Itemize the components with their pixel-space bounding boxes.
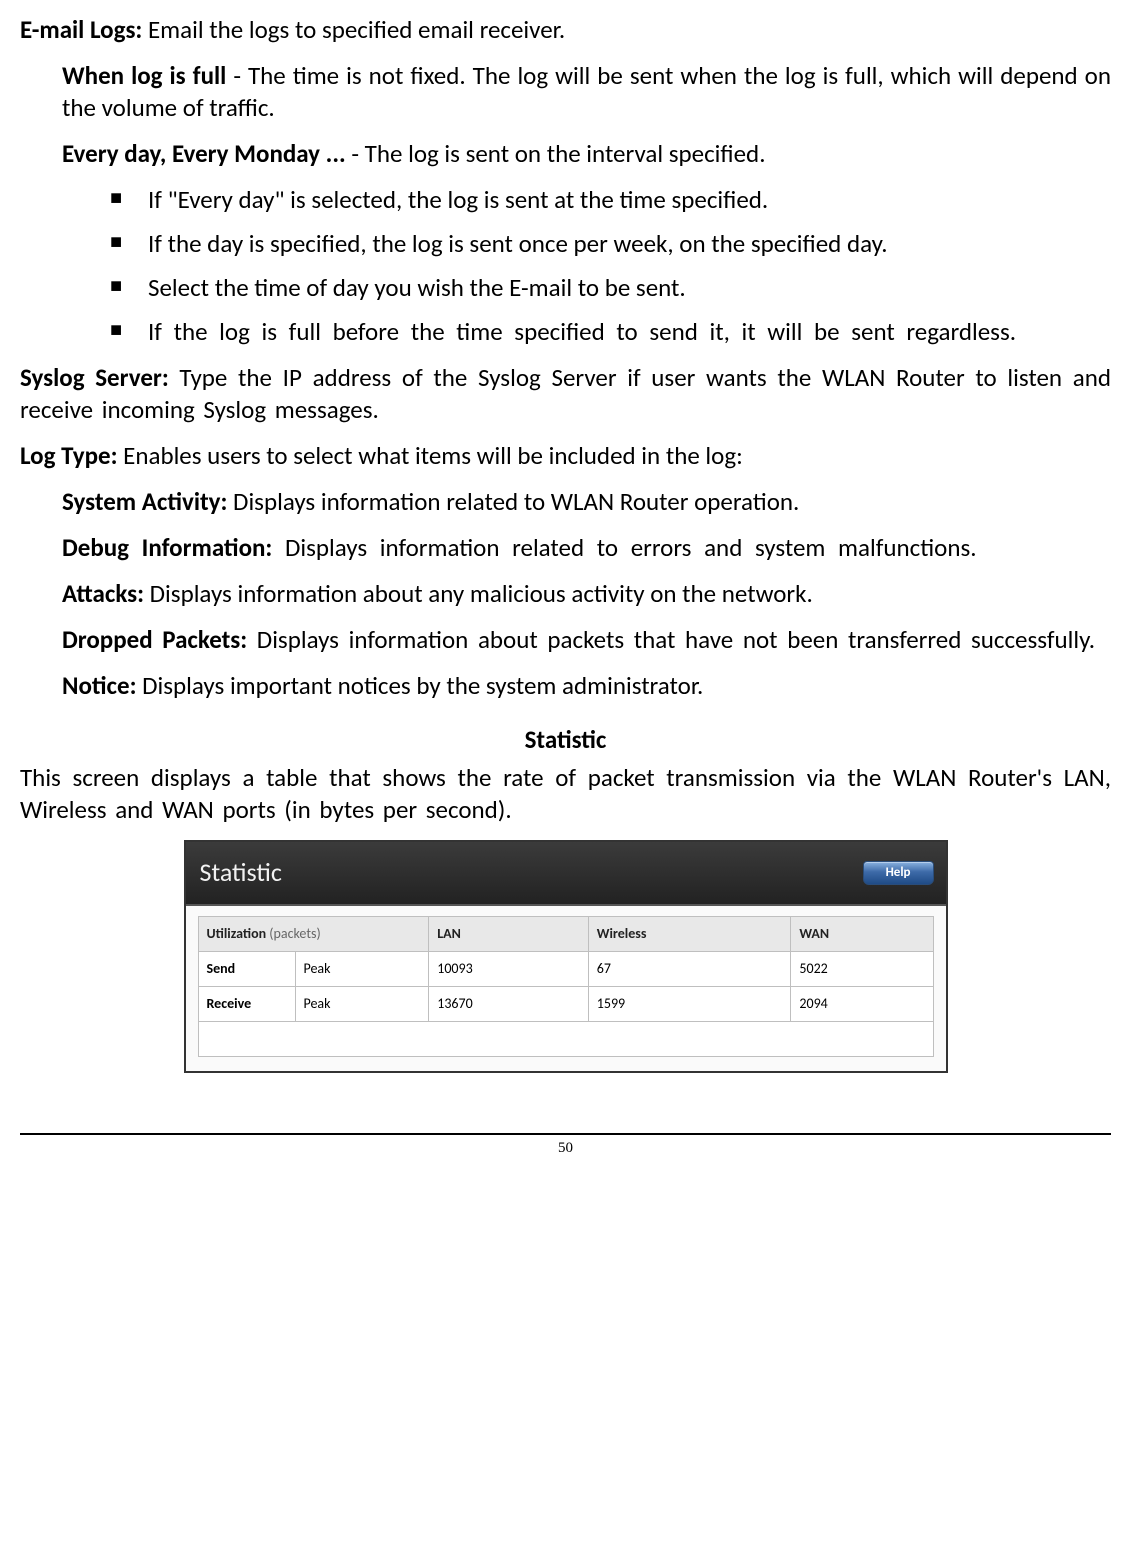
every-day-label: Every day, Every Monday ... xyxy=(62,138,346,169)
cell-wan: 5022 xyxy=(791,952,933,987)
list-item: Select the time of day you wish the E-ma… xyxy=(110,272,1111,304)
dropped-packets-text: Displays information about packets that … xyxy=(247,624,1095,655)
row-label: Receive xyxy=(198,987,295,1022)
table-row-empty xyxy=(198,1022,933,1057)
notice-para: Notice: Displays important notices by th… xyxy=(62,670,1111,702)
notice-text: Displays important notices by the system… xyxy=(137,670,704,701)
row-sublabel: Peak xyxy=(295,987,429,1022)
statistic-body: Utilization (packets) LAN Wireless WAN S… xyxy=(186,906,946,1071)
statistic-table: Utilization (packets) LAN Wireless WAN S… xyxy=(198,916,934,1057)
notice-label: Notice: xyxy=(62,670,137,701)
util-sub: (packets) xyxy=(269,925,320,942)
cell-wireless: 1599 xyxy=(588,987,791,1022)
list-item: If the day is specified, the log is sent… xyxy=(110,228,1111,260)
cell-wireless: 67 xyxy=(588,952,791,987)
row-sublabel: Peak xyxy=(295,952,429,987)
bullet-text: If the log is full before the time speci… xyxy=(148,316,1016,347)
when-log-full-label: When log is full xyxy=(62,60,226,91)
attacks-para: Attacks: Displays information about any … xyxy=(62,578,1111,610)
col-utilization: Utilization (packets) xyxy=(198,917,429,952)
cell-lan: 13670 xyxy=(429,987,589,1022)
page-number: 50 xyxy=(20,1139,1111,1158)
bullet-text: Select the time of day you wish the E-ma… xyxy=(148,272,686,303)
interval-bullets: If "Every day" is selected, the log is s… xyxy=(20,184,1111,348)
system-activity-para: System Activity: Displays information re… xyxy=(62,486,1111,518)
list-item: If the log is full before the time speci… xyxy=(110,316,1111,348)
attacks-text: Displays information about any malicious… xyxy=(144,578,813,609)
table-row: Send Peak 10093 67 5022 xyxy=(198,952,933,987)
dropped-packets-label: Dropped Packets: xyxy=(62,624,247,655)
statistic-title-text: Statistic xyxy=(200,856,282,889)
system-activity-text: Displays information related to WLAN Rou… xyxy=(227,486,799,517)
log-type-text: Enables users to select what items will … xyxy=(117,440,742,471)
cell-lan: 10093 xyxy=(429,952,589,987)
statistic-desc: This screen displays a table that shows … xyxy=(20,762,1111,826)
table-row: Receive Peak 13670 1599 2094 xyxy=(198,987,933,1022)
dropped-packets-para: Dropped Packets: Displays information ab… xyxy=(62,624,1111,656)
footer-rule xyxy=(20,1133,1111,1135)
empty-cell xyxy=(198,1022,933,1057)
syslog-label: Syslog Server: xyxy=(20,362,169,393)
when-log-full-para: When log is full - The time is not fixed… xyxy=(62,60,1111,124)
every-day-para: Every day, Every Monday ... - The log is… xyxy=(62,138,1111,170)
statistic-screenshot: Statistic Help Utilization (packets) LAN… xyxy=(20,840,1111,1073)
syslog-text: Type the IP address of the Syslog Server… xyxy=(20,362,1111,425)
email-logs-text: Email the logs to specified email receiv… xyxy=(142,14,565,45)
help-button[interactable]: Help xyxy=(863,861,934,886)
statistic-panel: Statistic Help Utilization (packets) LAN… xyxy=(184,840,948,1073)
syslog-para: Syslog Server: Type the IP address of th… xyxy=(20,362,1111,426)
list-item: If "Every day" is selected, the log is s… xyxy=(110,184,1111,216)
bullet-text: If the day is specified, the log is sent… xyxy=(148,228,888,259)
email-logs-label: E-mail Logs: xyxy=(20,14,142,45)
system-activity-label: System Activity: xyxy=(62,486,227,517)
email-logs-para: E-mail Logs: Email the logs to specified… xyxy=(20,14,1111,46)
every-day-text: - The log is sent on the interval specif… xyxy=(346,138,766,169)
bullet-text: If "Every day" is selected, the log is s… xyxy=(148,184,768,215)
cell-wan: 2094 xyxy=(791,987,933,1022)
col-lan: LAN xyxy=(429,917,589,952)
table-header-row: Utilization (packets) LAN Wireless WAN xyxy=(198,917,933,952)
col-wireless: Wireless xyxy=(588,917,791,952)
log-type-label: Log Type: xyxy=(20,440,117,471)
statistic-title-bar: Statistic Help xyxy=(186,842,946,906)
log-type-para: Log Type: Enables users to select what i… xyxy=(20,440,1111,472)
debug-info-label: Debug Information: xyxy=(62,532,272,563)
row-label: Send xyxy=(198,952,295,987)
col-wan: WAN xyxy=(791,917,933,952)
attacks-label: Attacks: xyxy=(62,578,144,609)
util-main: Utilization xyxy=(207,925,267,942)
debug-info-text: Displays information related to errors a… xyxy=(272,532,976,563)
statistic-heading: Statistic xyxy=(20,724,1111,756)
debug-info-para: Debug Information: Displays information … xyxy=(62,532,1111,564)
